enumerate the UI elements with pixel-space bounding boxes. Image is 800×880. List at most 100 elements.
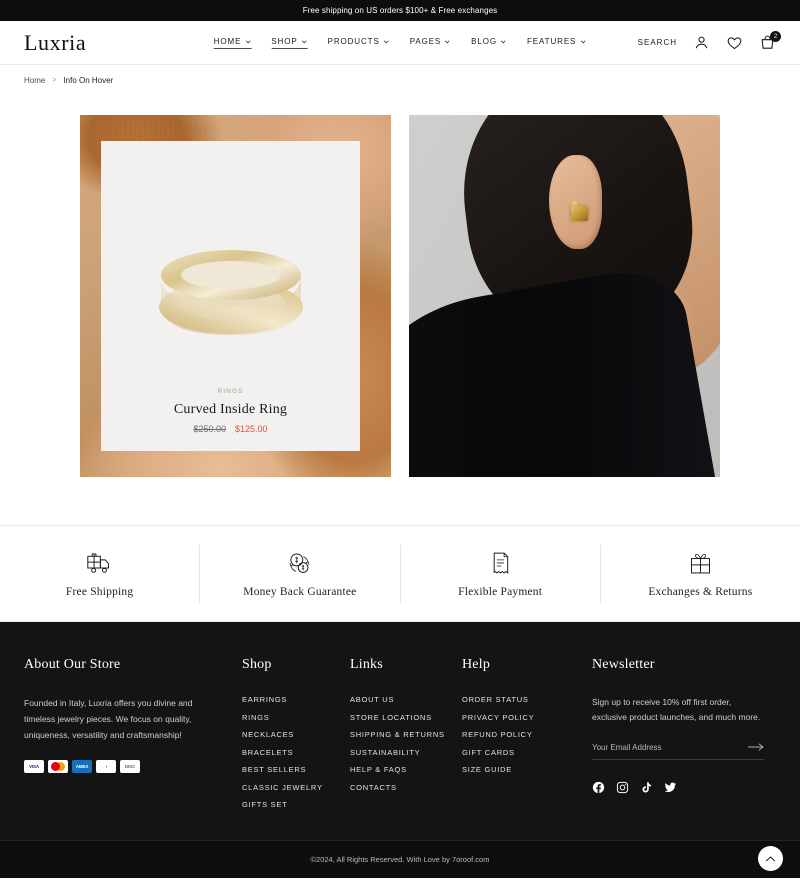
footer-link[interactable]: NECKLACES [242,730,350,739]
product-info-card[interactable]: RINGS Curved Inside Ring $250.00 $125.00 [101,141,360,451]
feature-flexible-payment[interactable]: Flexible Payment [401,544,601,603]
announcement-bar: Free shipping on US orders $100+ & Free … [0,0,800,21]
nav-item-home[interactable]: HOME [213,36,252,49]
nav-item-features[interactable]: FEATURES [527,37,586,48]
amex-icon: AMEX [72,760,92,773]
product-price-group: $250.00 $125.00 [193,424,267,434]
footer-column-shop: Shop EARRINGS RINGS NECKLACES BRACELETS … [242,657,350,809]
footer-link[interactable]: RINGS [242,713,350,722]
product-category: RINGS [217,388,244,395]
site-header: Luxria HOME SHOP PRODUCTS PAGES BLOG FEA… [0,21,800,65]
receipt-icon [493,552,508,574]
nav-item-label: PAGES [409,37,442,46]
footer-columns: About Our Store Founded in Italy, Luxria… [24,657,776,809]
footer-shop-list: EARRINGS RINGS NECKLACES BRACELETS BEST … [242,695,350,809]
nav-item-label: HOME [213,36,242,46]
price-original: $250.00 [193,424,226,434]
arrow-right-icon[interactable] [748,742,764,752]
footer-link[interactable]: HELP & FAQS [350,765,462,774]
footer-link[interactable]: ORDER STATUS [462,695,592,704]
facebook-icon[interactable] [592,781,605,794]
feature-free-shipping[interactable]: Free Shipping [0,544,201,603]
gold-earring [570,200,588,221]
footer-link[interactable]: REFUND POLICY [462,730,592,739]
gallery-item-ring[interactable]: RINGS Curved Inside Ring $250.00 $125.00 [80,115,391,477]
cart-button[interactable]: 2 [759,31,781,51]
breadcrumb: Home > Info On Hover [0,65,800,96]
chevron-down-icon [501,40,506,44]
site-logo[interactable]: Luxria [24,30,86,56]
discover-icon: DISC [120,760,140,773]
nav-item-products[interactable]: PRODUCTS [328,37,390,48]
footer-link[interactable]: BRACELETS [242,748,350,757]
twitter-icon[interactable] [664,781,677,794]
footer-link[interactable]: SHIPPING & RETURNS [350,730,462,739]
nav-item-label: FEATURES [527,37,577,46]
gallery-item-earring[interactable] [409,115,720,477]
diners-club-icon: ◑ [96,760,116,773]
tiktok-icon[interactable] [640,781,653,794]
copyright-text: ©2024, All Rights Reserved. With Love by… [310,855,490,864]
gift-box-icon [690,553,710,573]
newsletter-description: Sign up to receive 10% off first order, … [592,697,761,722]
footer-link[interactable]: SIZE GUIDE [462,765,592,774]
nav-item-blog[interactable]: BLOG [471,37,507,48]
chevron-down-icon [301,40,307,43]
footer-link[interactable]: GIFT CARDS [462,748,592,757]
social-links [592,781,776,794]
money-back-icon [289,552,310,573]
breadcrumb-current: Info On Hover [63,76,114,85]
newsletter-email-input[interactable] [592,742,748,752]
user-icon[interactable] [693,34,710,51]
footer-column-about: About Our Store Founded in Italy, Luxria… [24,657,242,809]
price-sale: $125.00 [235,424,268,434]
newsletter-form [592,742,764,760]
product-gallery: RINGS Curved Inside Ring $250.00 $125.00 [0,96,800,477]
scroll-to-top-button[interactable] [758,846,783,871]
announcement-text: Free shipping on US orders $100+ & Free … [302,6,498,15]
footer-link[interactable]: PRIVACY POLICY [462,713,592,722]
product-title[interactable]: Curved Inside Ring [174,402,287,418]
nav-item-label: PRODUCTS [327,37,380,46]
footer-link[interactable]: CLASSIC JEWELRY [242,783,350,792]
feature-money-back[interactable]: Money Back Guarantee [200,544,401,603]
nav-item-shop[interactable]: SHOP [271,37,308,49]
footer-heading: Links [350,657,383,672]
breadcrumb-home[interactable]: Home [24,76,45,85]
footer-column-links: Links ABOUT US STORE LOCATIONS SHIPPING … [350,657,462,809]
nav-item-label: BLOG [471,37,498,46]
chevron-down-icon [383,40,389,44]
feature-exchanges-returns[interactable]: Exchanges & Returns [601,545,800,603]
footer-column-help: Help ORDER STATUS PRIVACY POLICY REFUND … [462,657,592,809]
footer-link[interactable]: GIFTS SET [242,800,350,809]
page-root: Free shipping on US orders $100+ & Free … [0,0,800,880]
feature-label: Flexible Payment [458,585,543,598]
footer-link[interactable]: STORE LOCATIONS [350,713,462,722]
footer-heading: About Our Store [24,657,121,672]
copyright-bar: ©2024, All Rights Reserved. With Love by… [0,840,800,878]
footer-link[interactable]: SUSTAINABILITY [350,748,462,757]
footer-column-newsletter: Newsletter Sign up to receive 10% off fi… [592,657,776,809]
site-footer: About Our Store Founded in Italy, Luxria… [0,622,800,840]
nav-item-pages[interactable]: PAGES [410,37,451,48]
payment-methods: VISA AMEX ◑ DISC [24,760,242,773]
heart-icon[interactable] [726,34,743,51]
chevron-up-icon [765,855,776,861]
footer-link[interactable]: BEST SELLERS [242,765,350,774]
instagram-icon[interactable] [616,781,629,794]
delivery-truck-icon [87,552,110,573]
chevron-down-icon [580,40,586,44]
mastercard-icon [48,760,68,773]
feature-label: Money Back Guarantee [243,585,357,598]
search-button[interactable]: SEARCH [638,38,677,47]
footer-help-list: ORDER STATUS PRIVACY POLICY REFUND POLIC… [462,695,592,774]
features-strip: Free Shipping Money Back Guarantee Flexi… [0,525,800,622]
main-navigation: HOME SHOP PRODUCTS PAGES BLOG FEATURES [213,36,587,49]
model-black-coat [409,261,720,477]
feature-label: Free Shipping [65,585,134,598]
footer-heading: Newsletter [592,657,655,672]
footer-link[interactable]: CONTACTS [350,783,462,792]
footer-link[interactable]: ABOUT US [350,695,462,704]
breadcrumb-separator-icon: > [52,77,57,84]
footer-link[interactable]: EARRINGS [242,695,350,704]
